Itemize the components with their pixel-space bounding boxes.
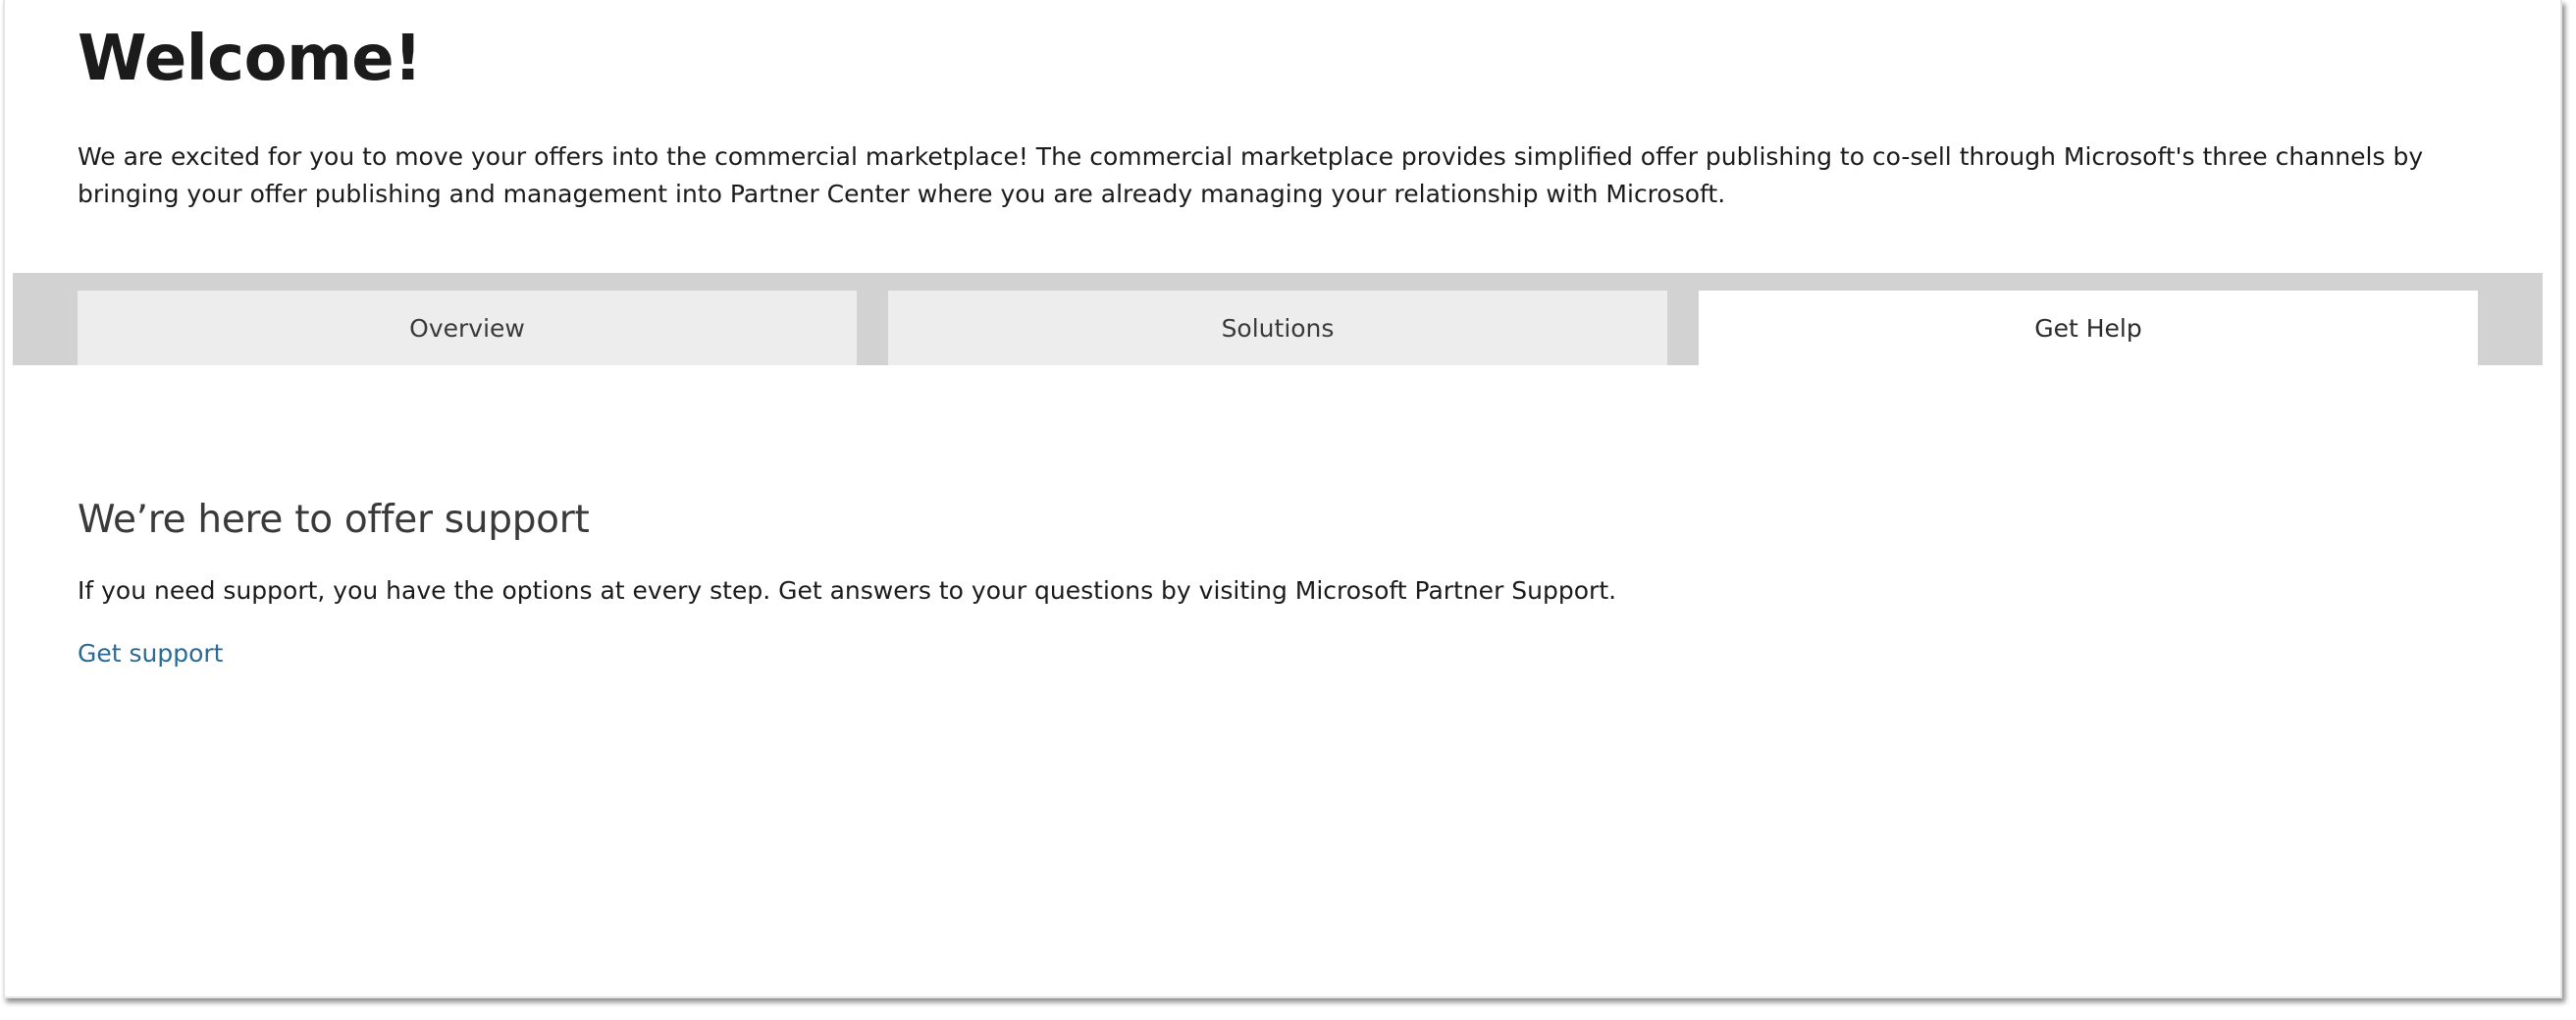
support-description: If you need support, you have the option…: [78, 576, 1617, 605]
tab-get-help[interactable]: Get Help: [1699, 291, 2478, 365]
tab-solutions[interactable]: Solutions: [888, 291, 1667, 365]
support-heading: We’re here to offer support: [78, 498, 590, 542]
tab-overview[interactable]: Overview: [78, 291, 857, 365]
page-title: Welcome!: [78, 23, 422, 95]
get-support-link[interactable]: Get support: [78, 635, 224, 672]
intro-paragraph: We are excited for you to move your offe…: [78, 142, 2424, 208]
tab-bar: Overview Solutions Get Help: [13, 273, 2543, 365]
page-frame: Welcome! We are excited for you to move …: [3, 0, 2562, 998]
